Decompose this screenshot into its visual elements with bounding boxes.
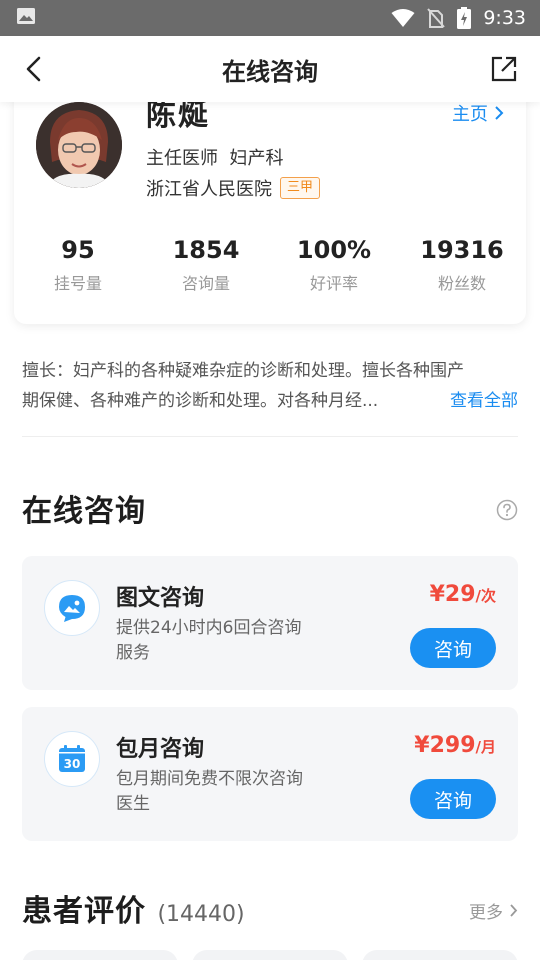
reviews-more-link[interactable]: 更多 (469, 898, 518, 923)
stat-label: 粉丝数 (437, 274, 486, 293)
consult-card-monthly[interactable]: 30 包月咨询 包月期间免费不限次咨询医生 ¥299/月 咨询 (22, 707, 518, 841)
doctor-avatar[interactable] (36, 102, 122, 188)
hospital-level-badge: 三甲 (280, 177, 321, 199)
stat-registrations: 95 挂号量 (14, 236, 142, 294)
chat-image-icon (44, 580, 100, 636)
gallery-notification-icon (16, 7, 36, 29)
consult-price: ¥299/月 (414, 733, 496, 758)
review-tag[interactable] (22, 950, 178, 960)
chevron-right-icon (510, 904, 518, 917)
homepage-label: 主页 (452, 104, 488, 125)
stat-value: 100% (296, 236, 372, 264)
review-tag[interactable] (362, 950, 518, 960)
specialty-line-row: 期保健、各种难产的诊断和处理。对各种月经... 查看全部 (22, 386, 518, 416)
status-time: 9:33 (483, 7, 526, 29)
consult-button[interactable]: 咨询 (410, 779, 496, 819)
review-tags (22, 950, 518, 960)
stat-label: 好评率 (309, 274, 358, 293)
consult-desc: 包月期间免费不限次咨询医生 (116, 769, 303, 814)
price-unit: /次 (475, 587, 496, 605)
homepage-link[interactable]: 主页 (452, 100, 504, 126)
no-sim-icon (427, 8, 446, 28)
chevron-right-icon (495, 106, 504, 120)
calendar-icon-text: 30 (64, 757, 81, 771)
consult-price: ¥29/次 (430, 582, 496, 607)
price-value: ¥299 (414, 733, 476, 758)
doctor-title: 主任医师 妇产科 (146, 148, 284, 169)
specialty-text: 擅长：妇产科的各种疑难杂症的诊断和处理。擅长各种围产 期保健、各种难产的诊断和处… (22, 356, 518, 416)
chevron-left-icon (26, 56, 41, 82)
share-button[interactable] (488, 53, 520, 85)
stat-followers: 19316 粉丝数 (398, 236, 526, 294)
specialty-line: 擅长：妇产科的各种疑难杂症的诊断和处理。擅长各种围产 (22, 361, 464, 381)
battery-icon (457, 7, 472, 29)
review-tag[interactable] (192, 950, 348, 960)
view-all-link[interactable]: 查看全部 (450, 386, 518, 416)
nav-bar: 在线咨询 (0, 36, 540, 102)
consult-card-text-image[interactable]: 图文咨询 提供24小时内6回合咨询服务 ¥29/次 咨询 (22, 556, 518, 690)
stat-label: 咨询量 (181, 274, 230, 293)
consult-name: 包月咨询 (116, 737, 205, 762)
section-title-reviews: 患者评价 (14440) (22, 886, 245, 930)
status-left (16, 7, 36, 29)
share-icon (491, 56, 517, 82)
reviews-count: (14440) (157, 902, 245, 927)
doctor-stats: 95 挂号量 1854 咨询量 100% 好评率 19316 粉丝数 (14, 236, 526, 294)
help-icon[interactable] (496, 499, 518, 521)
reviews-title: 患者评价 (22, 894, 146, 929)
price-unit: /月 (475, 738, 496, 756)
page-title: 在线咨询 (222, 57, 318, 86)
stat-positive-rate: 100% 好评率 (270, 236, 398, 294)
stat-consultations: 1854 咨询量 (142, 236, 270, 294)
stat-value: 95 (61, 236, 95, 264)
specialty-line: 期保健、各种难产的诊断和处理。对各种月经... (22, 391, 379, 411)
hospital-name: 浙江省人民医院 (146, 179, 272, 200)
consult-name: 图文咨询 (116, 586, 205, 611)
status-bar: 9:33 (0, 0, 540, 36)
doctor-hospital-row: 浙江省人民医院 三甲 (146, 175, 321, 201)
more-label: 更多 (469, 903, 503, 923)
calendar-icon: 30 (44, 731, 100, 787)
stat-value: 19316 (420, 236, 504, 264)
divider (22, 436, 518, 437)
section-title-online-consult: 在线咨询 (22, 494, 146, 529)
stat-label: 挂号量 (53, 274, 102, 293)
wifi-icon (391, 8, 415, 28)
price-value: ¥29 (429, 582, 476, 607)
back-button[interactable] (18, 53, 50, 85)
doctor-card: 陈烻 主页 主任医师 妇产科 浙江省人民医院 三甲 95 挂号量 1854 咨询… (14, 80, 526, 324)
stat-value: 1854 (172, 236, 240, 264)
consult-desc: 提供24小时内6回合咨询服务 (116, 618, 302, 663)
status-right: 9:33 (391, 7, 526, 29)
consult-button[interactable]: 咨询 (410, 628, 496, 668)
